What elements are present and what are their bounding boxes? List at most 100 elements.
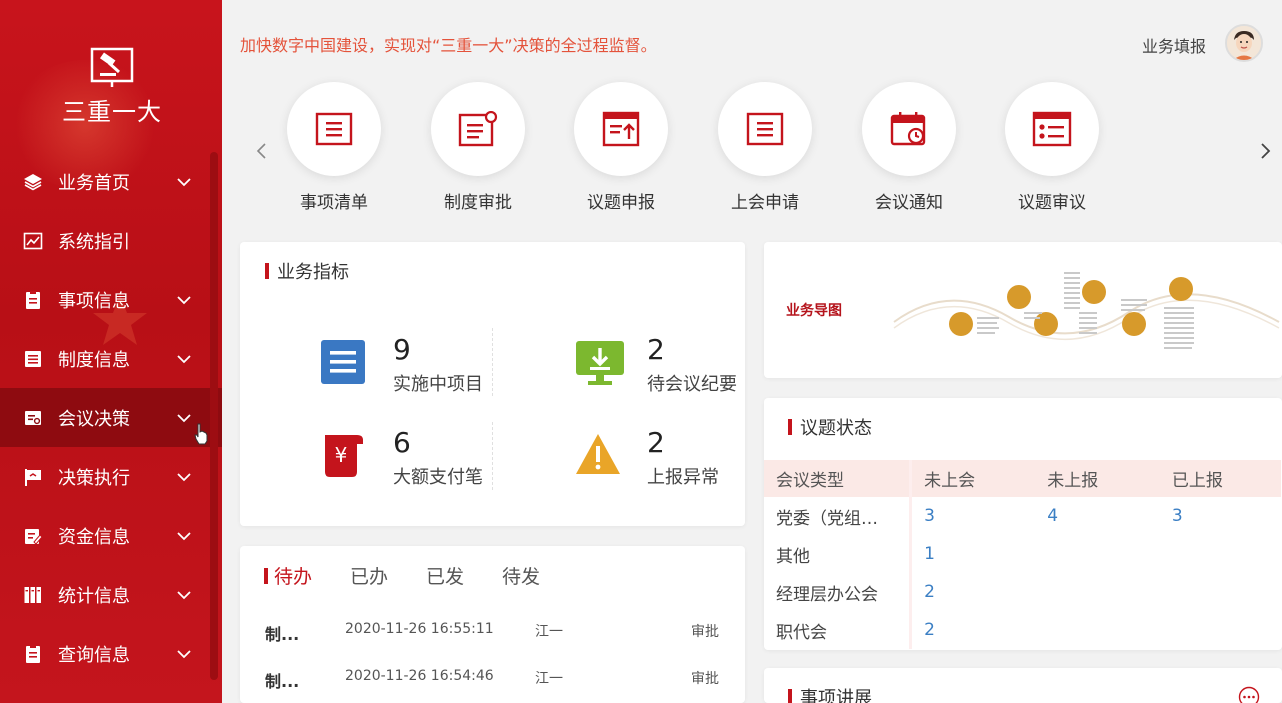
tab-sent[interactable]: 已发 bbox=[426, 562, 464, 589]
count-cell[interactable]: 2 bbox=[909, 611, 1036, 649]
layers-icon bbox=[22, 171, 44, 193]
sidebar-item-meeting-decision[interactable]: 会议决策 bbox=[0, 388, 222, 447]
sidebar-item-matter-info[interactable]: 事项信息 bbox=[0, 270, 222, 329]
hand-cursor-icon bbox=[194, 423, 208, 445]
sidebar-item-business-home[interactable]: 业务首页 bbox=[0, 152, 222, 211]
monitor-download-icon bbox=[576, 341, 624, 385]
quick-nav-item-topic-report[interactable]: 议题申报 bbox=[571, 82, 671, 213]
count-cell[interactable] bbox=[1160, 573, 1281, 611]
metric-label: 实施中项目 bbox=[393, 374, 483, 395]
logo-text: 三重一大 bbox=[62, 98, 162, 126]
sidebar-scrollbar[interactable] bbox=[210, 152, 218, 680]
meeting-document-icon bbox=[22, 407, 44, 429]
clipboard-icon bbox=[22, 289, 44, 311]
calendar-clock-icon bbox=[890, 112, 926, 146]
quick-nav-label: 上会申请 bbox=[731, 193, 799, 213]
list-box-icon bbox=[22, 348, 44, 370]
column-header: 未上会 bbox=[909, 460, 1036, 497]
table-row: 经理层办公会 2 bbox=[764, 573, 1281, 611]
metric-projects-in-progress[interactable]: 9 实施中项目 bbox=[393, 333, 483, 396]
count-cell[interactable]: 2 bbox=[909, 573, 1036, 611]
count-cell[interactable] bbox=[1160, 535, 1281, 573]
business-map-card[interactable]: 业务导图 bbox=[764, 242, 1282, 378]
metrics-card-title: 业务指标 bbox=[265, 258, 349, 284]
column-header: 会议类型 bbox=[764, 460, 911, 497]
quick-nav-label: 议题审议 bbox=[1018, 193, 1086, 213]
sidebar-item-system-guide[interactable]: 系统指引 bbox=[0, 211, 222, 270]
avatar[interactable] bbox=[1225, 24, 1263, 62]
count-cell[interactable] bbox=[1035, 535, 1160, 573]
user-role-label[interactable]: 业务填报 bbox=[1142, 33, 1206, 57]
table-row: 党委（党组… 3 4 3 bbox=[764, 497, 1281, 535]
todo-time: 2020-11-26 16:55:11 bbox=[345, 621, 494, 637]
todo-row[interactable]: 制... 2020-11-26 16:55:11 江一 审批 bbox=[265, 621, 725, 645]
meeting-type-cell: 党委（党组… bbox=[776, 508, 878, 529]
chart-line-icon bbox=[22, 230, 44, 252]
quick-nav-item-policy-approval[interactable]: 制度审批 bbox=[428, 82, 528, 213]
column-header: 未上报 bbox=[1035, 460, 1160, 497]
sidebar-item-statistics-info[interactable]: 统计信息 bbox=[0, 565, 222, 624]
table-row: 其他 1 bbox=[764, 535, 1281, 573]
todo-row[interactable]: 制... 2020-11-26 16:54:46 江一 审批 bbox=[265, 668, 725, 692]
chevron-down-icon bbox=[177, 591, 191, 600]
quick-nav-label: 制度审批 bbox=[444, 193, 512, 213]
quick-nav-item-matter-list[interactable]: 事项清单 bbox=[284, 82, 384, 213]
todo-user: 江一 bbox=[535, 671, 563, 687]
list-box-icon bbox=[321, 340, 365, 384]
count-cell[interactable]: 3 bbox=[1160, 497, 1281, 535]
metric-label: 大额支付笔 bbox=[393, 467, 483, 488]
app-root: 三重一大 业务首页 系统指引 事项信息 制度信息 会议决策 决策执行 资金信息 … bbox=[0, 0, 1282, 703]
progress-card-title: 事项讲展 bbox=[788, 684, 872, 703]
quick-nav-item-meeting-notice[interactable]: 会议通知 bbox=[859, 82, 959, 213]
sidebar-item-decision-execution[interactable]: 决策执行 bbox=[0, 447, 222, 506]
todo-title: 制... bbox=[265, 625, 300, 644]
metric-large-payments[interactable]: 6 大额支付笔 bbox=[393, 426, 483, 489]
meeting-type-cell: 职代会 bbox=[776, 622, 827, 643]
carousel-next-button[interactable] bbox=[1258, 142, 1272, 160]
sidebar-item-label: 制度信息 bbox=[58, 349, 130, 371]
business-flow-diagram bbox=[893, 272, 1280, 349]
topic-status-title: 议题状态 bbox=[788, 414, 872, 440]
metric-value: 2 bbox=[647, 333, 665, 366]
sidebar-item-label: 系统指引 bbox=[58, 231, 130, 253]
tab-done[interactable]: 已办 bbox=[350, 562, 388, 589]
todo-tabs: 待办 已办 已发 待发 bbox=[264, 562, 540, 589]
document-badge-icon bbox=[458, 111, 498, 147]
flag-icon bbox=[22, 466, 44, 488]
count-cell[interactable]: 4 bbox=[1035, 497, 1160, 535]
column-header: 已上报 bbox=[1159, 460, 1281, 497]
edit-document-icon bbox=[22, 525, 44, 547]
metric-pending-minutes[interactable]: 2 待会议纪要 bbox=[647, 333, 737, 396]
yuan-scroll-icon: ¥ bbox=[325, 435, 363, 477]
tab-todo[interactable]: 待办 bbox=[264, 562, 312, 589]
svg-text:¥: ¥ bbox=[335, 443, 348, 467]
count-cell[interactable]: 3 bbox=[909, 497, 1036, 535]
sidebar-item-query-info[interactable]: 查询信息 bbox=[0, 624, 222, 683]
more-icon[interactable] bbox=[1238, 686, 1260, 703]
table-row: 职代会 2 bbox=[764, 611, 1281, 649]
meeting-type-cell: 经理层办公会 bbox=[776, 584, 878, 605]
carousel-prev-button[interactable] bbox=[255, 142, 269, 160]
metric-report-exceptions[interactable]: 2 上报异常 bbox=[647, 426, 719, 489]
gavel-logo-icon bbox=[90, 47, 134, 87]
chevron-down-icon bbox=[177, 355, 191, 364]
todo-type: 审批 bbox=[691, 671, 719, 687]
progress-card: 事项讲展 bbox=[764, 668, 1282, 703]
metric-value: 2 bbox=[647, 426, 665, 459]
count-cell[interactable]: 1 bbox=[909, 535, 1036, 573]
list-icon bbox=[315, 112, 353, 146]
metric-label: 上报异常 bbox=[647, 467, 719, 488]
sidebar-item-fund-info[interactable]: 资金信息 bbox=[0, 506, 222, 565]
count-cell[interactable] bbox=[1035, 611, 1160, 649]
count-cell[interactable] bbox=[1160, 611, 1281, 649]
metric-label: 待会议纪要 bbox=[647, 374, 737, 395]
sidebar-item-policy-info[interactable]: 制度信息 bbox=[0, 329, 222, 388]
tab-to-send[interactable]: 待发 bbox=[502, 562, 540, 589]
app-logo[interactable]: 三重一大 bbox=[62, 46, 162, 127]
metric-value: 9 bbox=[393, 333, 411, 366]
quick-nav-item-topic-review[interactable]: 议题审议 bbox=[1002, 82, 1102, 213]
sidebar-menu: 业务首页 系统指引 事项信息 制度信息 会议决策 决策执行 资金信息 统计信息 … bbox=[0, 152, 222, 683]
quick-nav-item-meeting-request[interactable]: 上会申请 bbox=[715, 82, 815, 213]
todo-title: 制... bbox=[265, 672, 300, 691]
count-cell[interactable] bbox=[1035, 573, 1160, 611]
